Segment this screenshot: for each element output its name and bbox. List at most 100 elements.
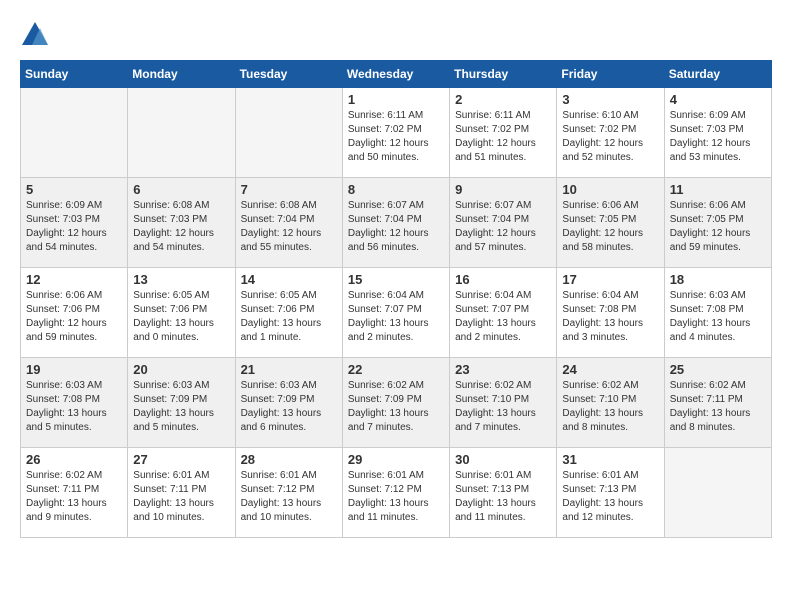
day-info: Sunrise: 6:05 AM Sunset: 7:06 PM Dayligh…: [241, 289, 337, 345]
day-number: 3: [562, 92, 658, 107]
day-number: 6: [133, 182, 229, 197]
calendar-day: 27Sunrise: 6:01 AM Sunset: 7:11 PM Dayli…: [128, 448, 235, 538]
day-info: Sunrise: 6:02 AM Sunset: 7:11 PM Dayligh…: [26, 469, 122, 525]
day-number: 25: [670, 362, 766, 377]
day-number: 11: [670, 182, 766, 197]
day-info: Sunrise: 6:03 AM Sunset: 7:08 PM Dayligh…: [26, 379, 122, 435]
calendar-day: 2Sunrise: 6:11 AM Sunset: 7:02 PM Daylig…: [450, 88, 557, 178]
day-number: 29: [348, 452, 444, 467]
day-number: 4: [670, 92, 766, 107]
calendar-week-1: 1 Sunrise: 6:11 AM Sunset: 7:02 PM Daylig…: [21, 88, 772, 178]
day-number: 16: [455, 272, 551, 287]
day-number: 12: [26, 272, 122, 287]
day-header-thursday: Thursday: [450, 61, 557, 88]
calendar-day: 10 Sunrise: 6:06 AM Sunset: 7:05 PM Dayli…: [557, 178, 664, 268]
day-number: 21: [241, 362, 337, 377]
day-number: 13: [133, 272, 229, 287]
calendar-header: SundayMondayTuesdayWednesdayThursdayFrid…: [21, 61, 772, 88]
day-info: Sunrise: 6:04 AM Sunset: 7:07 PM Dayligh…: [455, 289, 551, 345]
calendar-day: 20 Sunrise: 6:03 AM Sunset: 7:09 PM Dayli…: [128, 358, 235, 448]
day-number: 10: [562, 182, 658, 197]
day-number: 17: [562, 272, 658, 287]
day-info: Sunrise: 6:01 AM Sunset: 7:13 PM Dayligh…: [562, 469, 658, 525]
day-info: Sunrise: 6:08 AM Sunset: 7:03 PM Dayligh…: [133, 199, 229, 255]
day-info: Sunrise: 6:05 AM Sunset: 7:06 PM Dayligh…: [133, 289, 229, 345]
day-info: Sunrise: 6:09 AM Sunset: 7:03 PM Dayligh…: [670, 109, 766, 165]
day-number: 14: [241, 272, 337, 287]
day-info: Sunrise: 6:03 AM Sunset: 7:09 PM Dayligh…: [133, 379, 229, 435]
calendar-week-5: 26 Sunrise: 6:02 AM Sunset: 7:11 PM Dayli…: [21, 448, 772, 538]
calendar-week-2: 5 Sunrise: 6:09 AM Sunset: 7:03 PM Daylig…: [21, 178, 772, 268]
day-info: Sunrise: 6:02 AM Sunset: 7:11 PM Dayligh…: [670, 379, 766, 435]
calendar-day: 4 Sunrise: 6:09 AM Sunset: 7:03 PM Daylig…: [664, 88, 771, 178]
calendar-day: 18 Sunrise: 6:03 AM Sunset: 7:08 PM Dayli…: [664, 268, 771, 358]
day-info: Sunrise: 6:09 AM Sunset: 7:03 PM Dayligh…: [26, 199, 122, 255]
day-number: 5: [26, 182, 122, 197]
day-info: Sunrise: 6:06 AM Sunset: 7:05 PM Dayligh…: [562, 199, 658, 255]
day-info: Sunrise: 6:07 AM Sunset: 7:04 PM Dayligh…: [455, 199, 551, 255]
day-number: 31: [562, 452, 658, 467]
day-info: Sunrise: 6:08 AM Sunset: 7:04 PM Dayligh…: [241, 199, 337, 255]
calendar-day: [128, 88, 235, 178]
calendar-day: 25 Sunrise: 6:02 AM Sunset: 7:11 PM Dayli…: [664, 358, 771, 448]
day-number: 28: [241, 452, 337, 467]
day-number: 2: [455, 92, 551, 107]
day-info: Sunrise: 6:01 AM Sunset: 7:13 PM Dayligh…: [455, 469, 551, 525]
day-info: Sunrise: 6:04 AM Sunset: 7:07 PM Dayligh…: [348, 289, 444, 345]
day-number: 24: [562, 362, 658, 377]
day-number: 26: [26, 452, 122, 467]
day-info: Sunrise: 6:02 AM Sunset: 7:09 PM Dayligh…: [348, 379, 444, 435]
calendar-day: 21 Sunrise: 6:03 AM Sunset: 7:09 PM Dayli…: [235, 358, 342, 448]
calendar-day: 6 Sunrise: 6:08 AM Sunset: 7:03 PM Daylig…: [128, 178, 235, 268]
calendar-day: 16 Sunrise: 6:04 AM Sunset: 7:07 PM Dayli…: [450, 268, 557, 358]
calendar-day: 31 Sunrise: 6:01 AM Sunset: 7:13 PM Dayli…: [557, 448, 664, 538]
calendar-day: 8 Sunrise: 6:07 AM Sunset: 7:04 PM Daylig…: [342, 178, 449, 268]
calendar-week-3: 12 Sunrise: 6:06 AM Sunset: 7:06 PM Dayli…: [21, 268, 772, 358]
calendar-week-4: 19 Sunrise: 6:03 AM Sunset: 7:08 PM Dayli…: [21, 358, 772, 448]
calendar-day: 17Sunrise: 6:04 AM Sunset: 7:08 PM Dayli…: [557, 268, 664, 358]
day-number: 23: [455, 362, 551, 377]
day-info: Sunrise: 6:02 AM Sunset: 7:10 PM Dayligh…: [562, 379, 658, 435]
day-number: 19: [26, 362, 122, 377]
day-header-friday: Friday: [557, 61, 664, 88]
day-number: 22: [348, 362, 444, 377]
calendar-day: 3 Sunrise: 6:10 AM Sunset: 7:02 PM Daylig…: [557, 88, 664, 178]
day-info: Sunrise: 6:03 AM Sunset: 7:08 PM Dayligh…: [670, 289, 766, 345]
day-number: 8: [348, 182, 444, 197]
day-info: Sunrise: 6:07 AM Sunset: 7:04 PM Dayligh…: [348, 199, 444, 255]
day-number: 7: [241, 182, 337, 197]
day-number: 20: [133, 362, 229, 377]
calendar-day: [664, 448, 771, 538]
calendar-day: 22 Sunrise: 6:02 AM Sunset: 7:09 PM Dayli…: [342, 358, 449, 448]
day-header-sunday: Sunday: [21, 61, 128, 88]
day-number: 27: [133, 452, 229, 467]
day-number: 1: [348, 92, 444, 107]
day-number: 15: [348, 272, 444, 287]
day-number: 30: [455, 452, 551, 467]
logo-icon: [20, 20, 50, 50]
day-number: 18: [670, 272, 766, 287]
calendar-day: [235, 88, 342, 178]
logo: [20, 20, 54, 50]
day-number: 9: [455, 182, 551, 197]
calendar-day: 9 Sunrise: 6:07 AM Sunset: 7:04 PM Daylig…: [450, 178, 557, 268]
day-info: Sunrise: 6:01 AM Sunset: 7:12 PM Dayligh…: [348, 469, 444, 525]
calendar-table: SundayMondayTuesdayWednesdayThursdayFrid…: [20, 60, 772, 538]
day-info: Sunrise: 6:10 AM Sunset: 7:02 PM Dayligh…: [562, 109, 658, 165]
calendar-day: 30 Sunrise: 6:01 AM Sunset: 7:13 PM Dayli…: [450, 448, 557, 538]
day-info: Sunrise: 6:06 AM Sunset: 7:05 PM Dayligh…: [670, 199, 766, 255]
day-info: Sunrise: 6:03 AM Sunset: 7:09 PM Dayligh…: [241, 379, 337, 435]
calendar-day: 7 Sunrise: 6:08 AM Sunset: 7:04 PM Daylig…: [235, 178, 342, 268]
day-info: Sunrise: 6:01 AM Sunset: 7:12 PM Dayligh…: [241, 469, 337, 525]
calendar-day: 13 Sunrise: 6:05 AM Sunset: 7:06 PM Dayli…: [128, 268, 235, 358]
calendar-day: 11 Sunrise: 6:06 AM Sunset: 7:05 PM Dayli…: [664, 178, 771, 268]
day-info: Sunrise: 6:06 AM Sunset: 7:06 PM Dayligh…: [26, 289, 122, 345]
calendar-day: 15 Sunrise: 6:04 AM Sunset: 7:07 PM Dayli…: [342, 268, 449, 358]
calendar-day: 28 Sunrise: 6:01 AM Sunset: 7:12 PM Dayli…: [235, 448, 342, 538]
calendar-day: 1 Sunrise: 6:11 AM Sunset: 7:02 PM Daylig…: [342, 88, 449, 178]
page-header: [20, 20, 772, 50]
day-info: Sunrise: 6:11 AM Sunset: 7:02 PM Dayligh…: [348, 109, 444, 165]
calendar-body: 1 Sunrise: 6:11 AM Sunset: 7:02 PM Daylig…: [21, 88, 772, 538]
day-header-wednesday: Wednesday: [342, 61, 449, 88]
calendar-day: 24 Sunrise: 6:02 AM Sunset: 7:10 PM Dayli…: [557, 358, 664, 448]
